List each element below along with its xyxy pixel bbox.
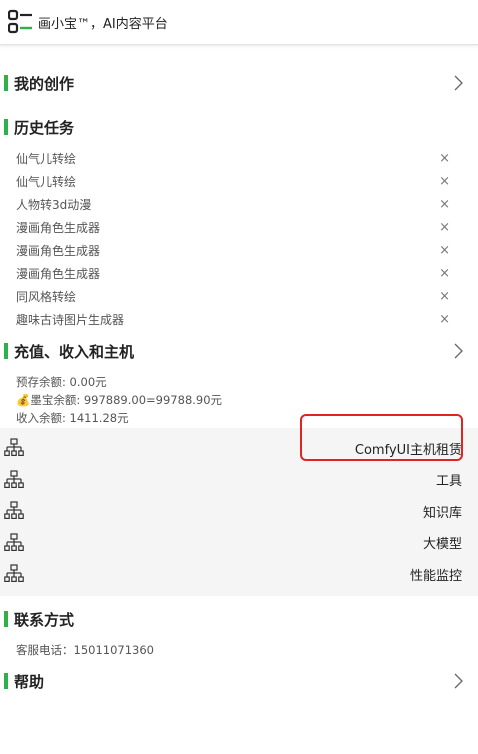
history-item[interactable]: 仙气儿转绘 × (16, 148, 478, 168)
history-item[interactable]: 漫画角色生成器 × (16, 240, 478, 260)
tree-structure-icon (4, 438, 24, 458)
close-icon[interactable]: × (439, 197, 450, 212)
tool-label: 性能监控 (409, 568, 462, 584)
tool-label: 工具 (435, 474, 462, 489)
history-item-label: 仙气儿转绘 (16, 151, 77, 166)
section-title: 联系方式 (14, 610, 75, 629)
section-accent-bar (4, 343, 8, 359)
history-item-label: 趣味古诗图片生成器 (16, 312, 125, 327)
income-balance: 收入余额: 1411.28元 (16, 411, 129, 425)
history-item[interactable]: 趣味古诗图片生成器 × (16, 309, 478, 329)
section-accent-bar (4, 611, 8, 627)
tree-structure-icon (4, 564, 24, 584)
close-icon[interactable]: × (439, 289, 450, 304)
section-title: 帮助 (14, 672, 45, 691)
close-icon[interactable]: × (439, 220, 450, 235)
close-icon[interactable]: × (439, 266, 450, 281)
section-accent-bar (4, 673, 8, 689)
chevron-right-icon[interactable] (450, 670, 466, 692)
history-item-label: 漫画角色生成器 (16, 220, 101, 235)
history-item[interactable]: 人物转3d动漫 × (16, 194, 478, 214)
history-item-label: 漫画角色生成器 (16, 243, 101, 258)
service-phone: 客服电话：15011071360 (16, 643, 154, 657)
section-help[interactable]: 帮助 (4, 670, 478, 692)
section-my-creations[interactable]: 我的创作 (4, 72, 478, 94)
tool-label: 大模型 (422, 537, 462, 552)
section-history: 历史任务 (4, 116, 478, 138)
section-accent-bar (4, 119, 8, 135)
section-accent-bar (4, 75, 8, 91)
highlight-box (300, 414, 463, 461)
chevron-right-icon[interactable] (450, 72, 466, 94)
tree-structure-icon (4, 469, 24, 490)
history-item[interactable]: 漫画角色生成器 × (16, 217, 478, 237)
tree-structure-icon (4, 501, 24, 521)
history-item-label: 人物转3d动漫 (16, 197, 92, 212)
tool-row[interactable]: 大模型 (0, 527, 478, 559)
prepaid-balance: 预存余额: 0.00元 (16, 375, 107, 389)
tree-structure-icon (4, 532, 24, 553)
history-item-label: 漫画角色生成器 (16, 266, 101, 281)
section-title: 我的创作 (14, 74, 75, 93)
mobao-balance: 💰墨宝余额: 997889.00=99788.90元 (16, 393, 223, 407)
history-item[interactable]: 漫画角色生成器 × (16, 263, 478, 283)
section-contact: 联系方式 (4, 608, 478, 630)
history-item-label: 同风格转绘 (16, 289, 77, 304)
history-item[interactable]: 仙气儿转绘 × (16, 171, 478, 191)
tool-row[interactable]: 知识库 (0, 495, 478, 527)
history-item-label: 仙气儿转绘 (16, 174, 77, 189)
tool-row[interactable]: 工具 (0, 464, 478, 496)
section-title: 充值、收入和主机 (14, 342, 135, 361)
logo-icon (8, 9, 32, 34)
close-icon[interactable]: × (439, 174, 450, 189)
close-icon[interactable]: × (439, 312, 450, 327)
app-header: 画小宝™，AI内容平台 (0, 0, 478, 45)
close-icon[interactable]: × (439, 243, 450, 258)
section-recharge[interactable]: 充值、收入和主机 (4, 340, 478, 362)
history-item[interactable]: 同风格转绘 × (16, 286, 478, 306)
chevron-right-icon[interactable] (450, 340, 466, 362)
close-icon[interactable]: × (439, 151, 450, 166)
tool-row[interactable]: 性能监控 (0, 558, 478, 590)
section-title: 历史任务 (14, 118, 75, 137)
tool-label: 知识库 (422, 505, 462, 521)
brand-title: 画小宝™，AI内容平台 (38, 16, 168, 32)
